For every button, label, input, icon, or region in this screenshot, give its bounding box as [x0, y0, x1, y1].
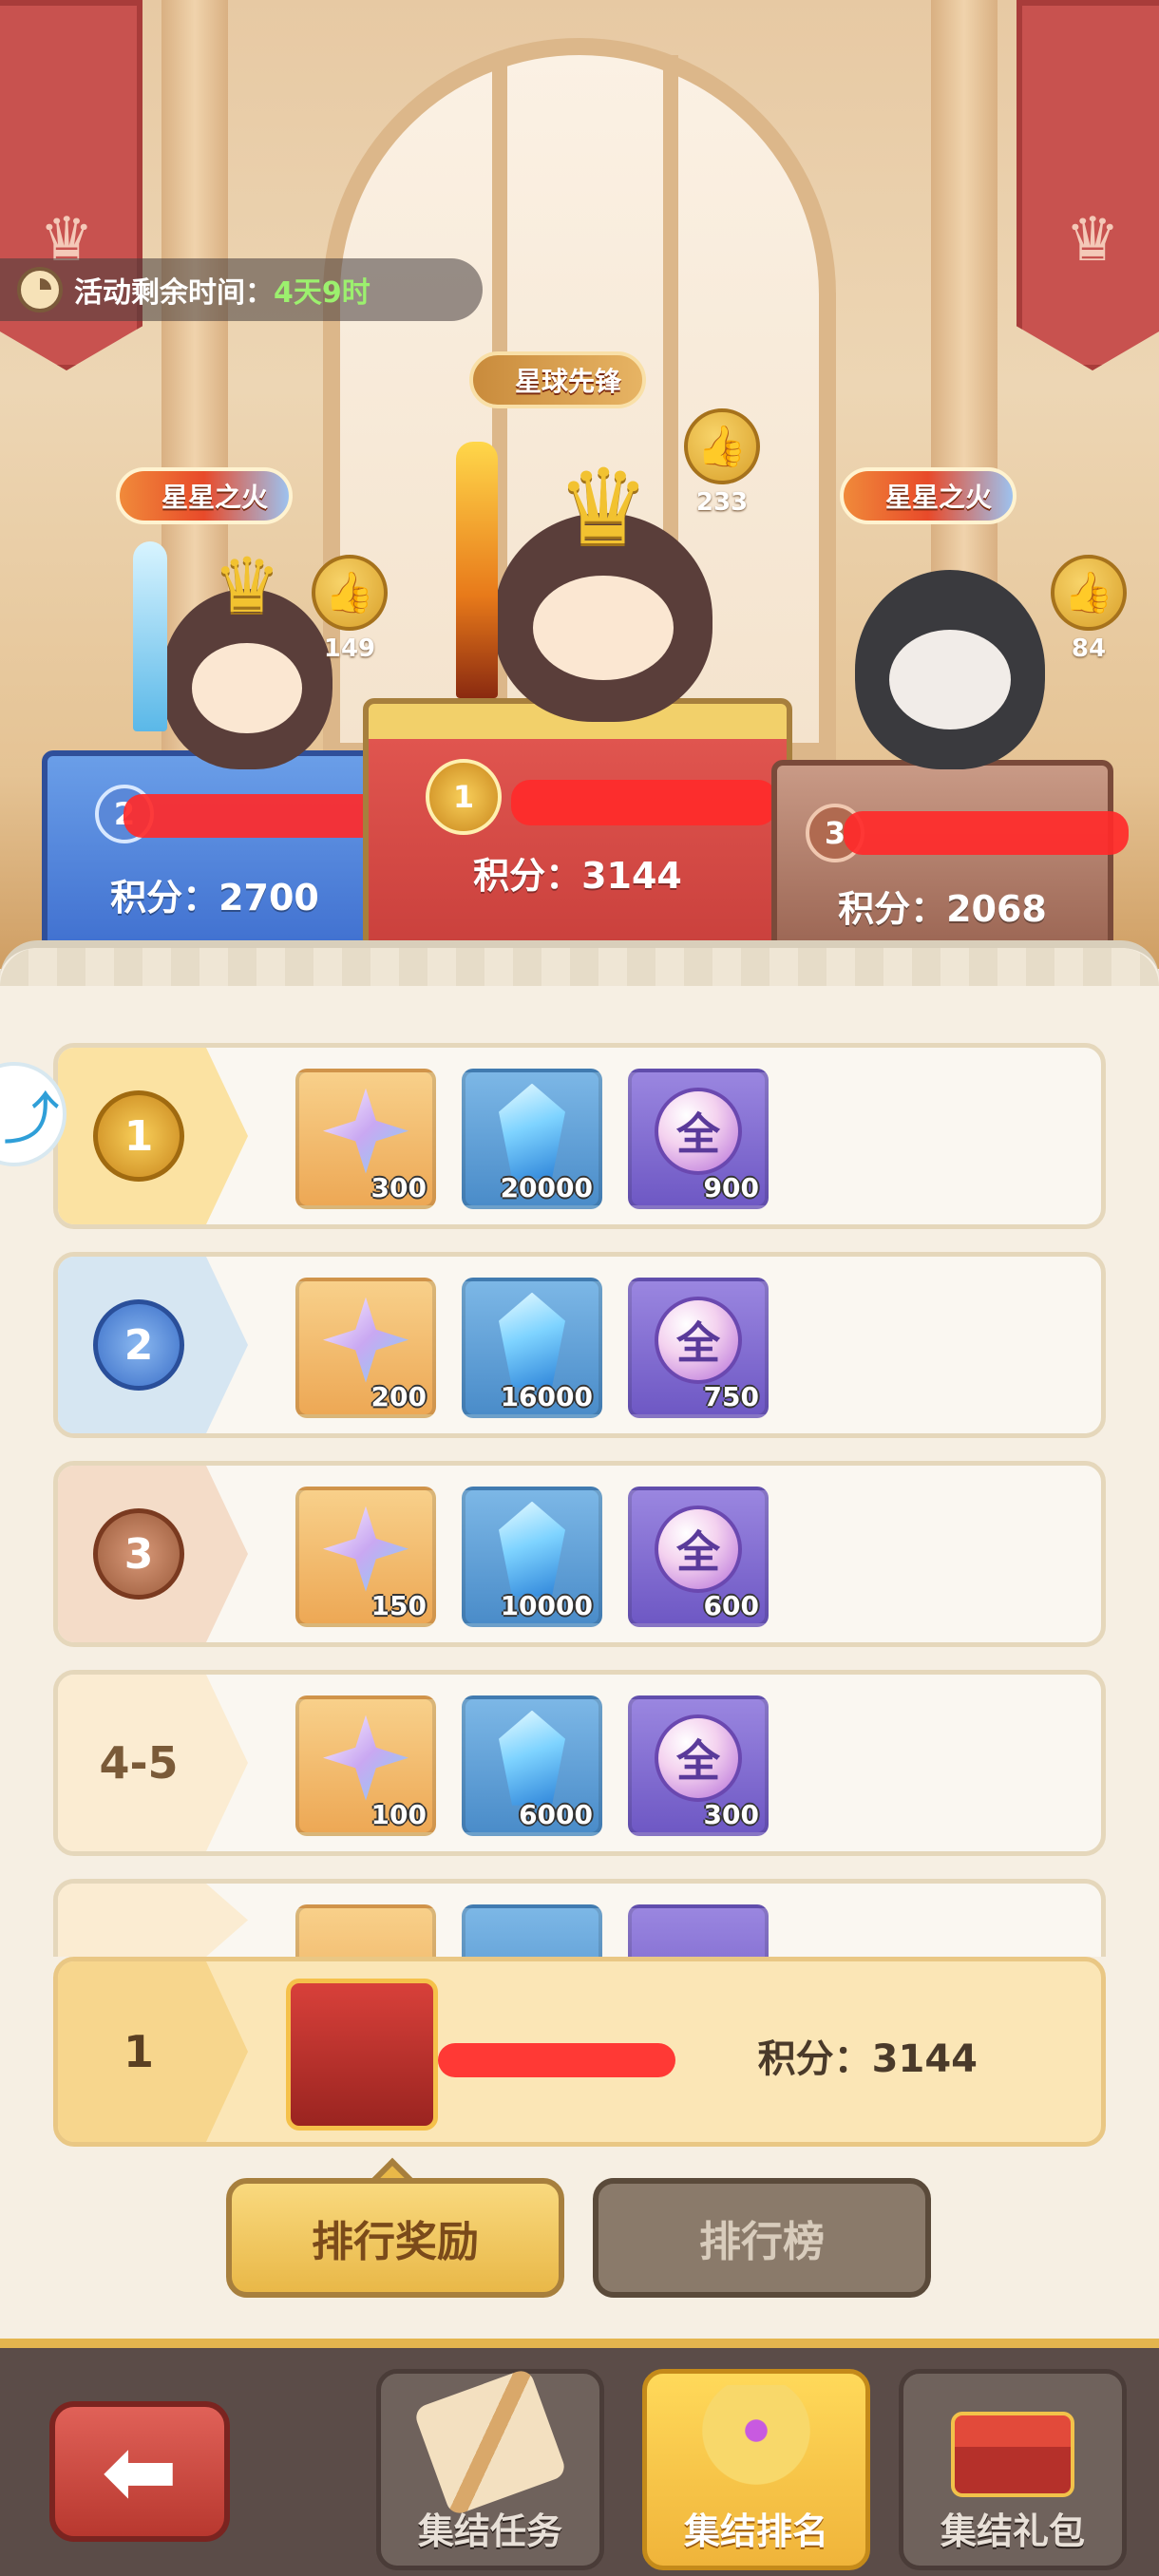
rank-tab: 2	[58, 1257, 248, 1433]
reward-item-star[interactable]: 200	[295, 1278, 436, 1418]
my-rank-row: 1 积分：3144	[53, 1957, 1106, 2147]
podium-first-score: 积分：3144	[473, 855, 682, 897]
nav-assembly-tasks[interactable]: 集结任务	[376, 2367, 604, 2570]
thumbs-up-icon: 👍	[312, 555, 388, 631]
all-token-icon: 全	[655, 1087, 742, 1175]
reward-row-partial	[53, 1879, 1106, 1957]
rank-1-medal-icon: 1	[93, 1090, 184, 1182]
event-timer: 活动剩余时间： 4天9时	[0, 258, 483, 321]
like-count: 84	[1071, 635, 1107, 663]
back-button[interactable]: ⬅	[49, 2401, 230, 2542]
reward-item-star[interactable]: 150	[295, 1487, 436, 1627]
crystal-icon	[499, 1501, 565, 1597]
scroll-icon	[412, 2367, 568, 2517]
crystal-icon	[499, 1292, 565, 1388]
title-badge-first: 星球先锋	[469, 351, 647, 408]
reward-item-gem[interactable]: 10000	[462, 1487, 602, 1627]
player-avatar-third[interactable]	[855, 570, 1045, 769]
podium-first: 1 积分：3144	[363, 698, 792, 959]
rank-medal-1: 1	[426, 759, 502, 835]
fire-sword-icon	[456, 442, 498, 698]
ice-sword-icon	[133, 541, 167, 731]
reward-row: 3 150 10000 全 600	[53, 1461, 1106, 1647]
crystal-icon	[499, 1710, 565, 1806]
player-avatar-first[interactable]: ♛	[494, 446, 712, 722]
all-token-icon: 全	[655, 1296, 742, 1384]
reward-row: 1 300 20000 全 900	[53, 1043, 1106, 1229]
tab-leaderboard[interactable]: 排行榜	[593, 2178, 931, 2298]
nav-label: 集结任务	[417, 2510, 562, 2552]
rank-tab: 1	[58, 1048, 248, 1224]
crown-icon: ♛	[556, 446, 651, 568]
like-count: 233	[695, 488, 749, 517]
nav-assembly-gift[interactable]: 集结礼包	[899, 2369, 1127, 2570]
star-fragment-icon	[323, 1297, 408, 1383]
reward-item-all[interactable]: 全 900	[628, 1069, 769, 1209]
rank-range-label: 4-5	[99, 1737, 179, 1789]
reward-row: 4-5 100 6000 全 300	[53, 1670, 1106, 1856]
reward-item-all[interactable]: 全 300	[628, 1695, 769, 1836]
like-button-third[interactable]: 👍 84	[1051, 555, 1127, 663]
timer-label: 活动剩余时间：	[74, 276, 274, 310]
reward-item-gem[interactable]: 16000	[462, 1278, 602, 1418]
crystal-icon	[499, 1083, 565, 1179]
rank-tab: 4-5	[58, 1675, 248, 1851]
reward-item-gem[interactable]: 20000	[462, 1069, 602, 1209]
rank-3-medal-icon: 3	[93, 1508, 184, 1600]
thumbs-up-icon: 👍	[1051, 555, 1127, 631]
redacted-name	[844, 811, 1129, 855]
reward-row: 2 200 16000 全 750	[53, 1252, 1106, 1438]
title-badge-third: 星星之火	[840, 467, 1017, 524]
my-score: 积分：3144	[757, 2037, 978, 2081]
tab-rank-rewards[interactable]: 排行奖励	[226, 2178, 564, 2298]
floating-assistant-button[interactable]: ⤴	[0, 1062, 66, 1166]
like-button-second[interactable]: 👍 149	[312, 555, 388, 663]
my-rank-number: 1	[58, 1961, 248, 2142]
thumbs-up-icon: 👍	[684, 408, 760, 484]
crown-icon: ♛	[213, 541, 281, 630]
reward-item-gem[interactable]: 6000	[462, 1695, 602, 1836]
star-fragment-icon	[323, 1088, 408, 1174]
treasure-chest-icon	[951, 2412, 1074, 2497]
nav-label: 集结礼包	[940, 2510, 1085, 2552]
bottom-nav: ⬅ 集结任务 集结排名 集结礼包	[0, 2339, 1159, 2576]
rank-tab: 3	[58, 1466, 248, 1642]
nav-label: 集结排名	[683, 2510, 828, 2552]
podium-second-score: 积分：2700	[110, 877, 319, 919]
nav-assembly-ranking[interactable]: 集结排名	[642, 2369, 870, 2570]
redacted-name	[511, 780, 777, 825]
all-token-icon: 全	[655, 1505, 742, 1593]
player-avatar-second[interactable]: ♛	[162, 541, 332, 769]
crown-icon: ♛	[1065, 205, 1120, 275]
right-banner: ♛	[1016, 0, 1159, 370]
title-badge-second: 星星之火	[116, 467, 294, 524]
clock-icon	[17, 267, 63, 313]
timer-value: 4天9时	[274, 276, 370, 310]
back-arrow-icon: ⬅	[101, 2418, 179, 2525]
podium-second: 2 积分：2700	[42, 750, 437, 959]
reward-item-star[interactable]: 100	[295, 1695, 436, 1836]
podium-third: 3 积分：2068	[771, 760, 1129, 959]
podium-third-score: 积分：2068	[838, 888, 1047, 930]
redacted-name	[438, 2043, 675, 2077]
my-avatar[interactable]	[286, 1979, 438, 2131]
star-fragment-icon	[323, 1506, 408, 1592]
like-count: 149	[323, 635, 376, 663]
reward-item-star[interactable]: 300	[295, 1069, 436, 1209]
rank-2-medal-icon: 2	[93, 1299, 184, 1391]
star-fragment-icon	[323, 1714, 408, 1801]
reward-item-all[interactable]: 全 750	[628, 1278, 769, 1418]
all-token-icon: 全	[655, 1714, 742, 1802]
trophy-icon	[699, 2385, 813, 2499]
reward-item-all[interactable]: 全 600	[628, 1487, 769, 1627]
like-button-first[interactable]: 👍 233	[684, 408, 760, 517]
share-icon: ⤴	[3, 1086, 60, 1153]
